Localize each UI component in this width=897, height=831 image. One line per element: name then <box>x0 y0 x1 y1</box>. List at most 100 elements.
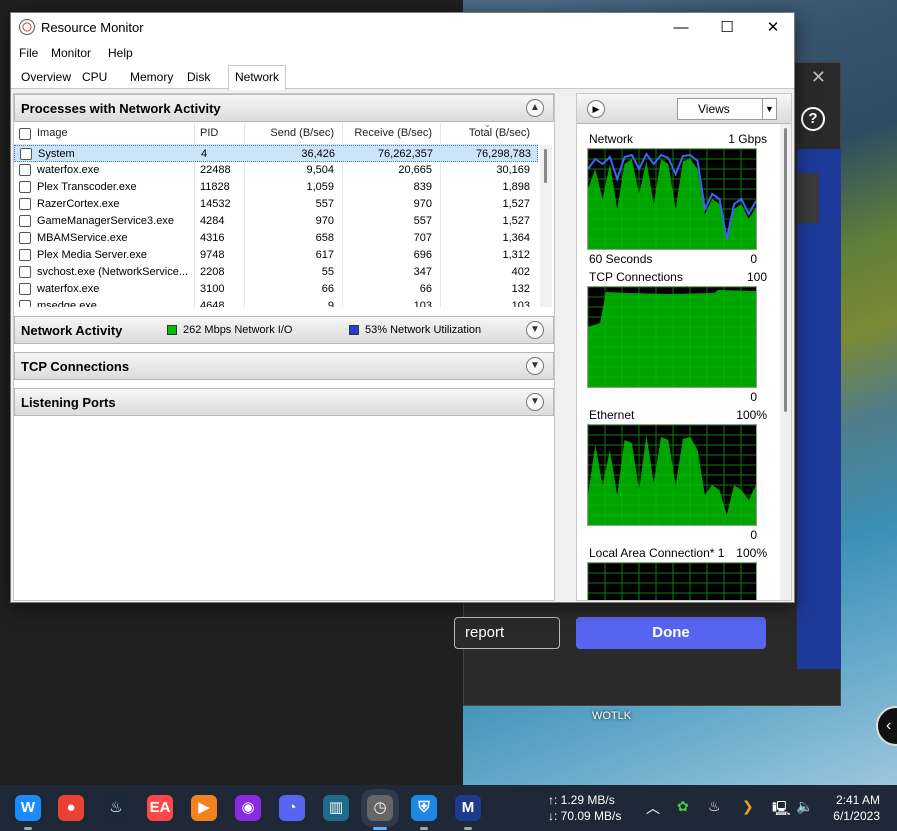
steam-icon[interactable]: ♨ <box>103 795 129 821</box>
col-send-header[interactable]: Send (B/sec) <box>246 127 334 139</box>
resource-monitor-window: Resource Monitor — ☐ ✕ File Monitor Help… <box>10 12 795 603</box>
tab-cpu[interactable]: CPU <box>82 66 107 89</box>
cell-pid: 4648 <box>200 300 225 307</box>
cell-total: 132 <box>511 283 530 295</box>
table-row[interactable]: RazerCortex.exe 14532 557 970 1,527 <box>14 196 538 213</box>
scrollbar-thumb[interactable] <box>544 149 547 183</box>
row-checkbox[interactable] <box>19 300 31 307</box>
cell-send: 66 <box>321 283 334 295</box>
tab-disk[interactable]: Disk <box>187 66 210 89</box>
processes-section-header[interactable]: Processes with Network Activity ▲ <box>14 94 554 122</box>
tcp-connections-title: TCP Connections <box>21 359 130 374</box>
chrome-icon[interactable]: ● <box>58 795 84 821</box>
chevron-up-icon[interactable]: ▲ <box>526 99 544 117</box>
select-all-checkbox[interactable] <box>19 128 31 140</box>
row-checkbox[interactable] <box>19 232 31 244</box>
tcp-connections-section-header[interactable]: TCP Connections ▼ <box>14 352 554 380</box>
row-checkbox[interactable] <box>19 198 31 210</box>
table-row[interactable]: waterfox.exe 22488 9,504 20,665 30,169 <box>14 162 538 179</box>
views-dropdown-arrow[interactable]: ▼ <box>763 98 777 120</box>
desktop-icon-label[interactable]: WOTLK <box>592 710 631 722</box>
maximize-button[interactable]: ☐ <box>704 13 750 43</box>
table-row[interactable]: svchost.exe (NetworkService... 2208 55 347 4… <box>14 264 538 281</box>
col-image-header[interactable]: Image <box>37 127 68 139</box>
menu-help[interactable]: Help <box>108 46 133 60</box>
download-speed: ↓: 70.09 MB/s <box>548 809 622 823</box>
sort-down-icon: ⌄ <box>484 123 491 129</box>
done-button[interactable]: Done <box>576 617 766 649</box>
app-panel-icon[interactable]: ▥ <box>323 795 349 821</box>
graph-plot <box>587 148 757 250</box>
graph-canvas <box>587 562 757 600</box>
scrollbar-thumb[interactable] <box>784 128 787 412</box>
running-indicator <box>373 827 387 830</box>
table-row[interactable]: msedge.exe 4648 9 103 103 <box>14 298 538 307</box>
table-row[interactable]: MBAMService.exe 4316 658 707 1,364 <box>14 230 538 247</box>
close-button[interactable]: ✕ <box>750 13 796 43</box>
tab-overview[interactable]: Overview <box>21 66 71 89</box>
scrollbar[interactable] <box>540 145 552 307</box>
row-checkbox[interactable] <box>19 266 31 278</box>
menu-file[interactable]: File <box>19 46 38 60</box>
clock[interactable]: 2:41 AM 6/1/2023 <box>826 792 880 824</box>
cell-pid: 9748 <box>200 249 225 261</box>
listening-ports-section-header[interactable]: Listening Ports ▼ <box>14 388 554 416</box>
player-icon[interactable]: ▶ <box>191 795 217 821</box>
cell-receive: 707 <box>413 232 432 244</box>
malwarebytes-icon[interactable]: M <box>455 795 481 821</box>
table-row[interactable]: waterfox.exe 3100 66 66 132 <box>14 281 538 298</box>
menu-bar: File Monitor Help <box>11 43 794 63</box>
help-icon[interactable]: ? <box>801 107 825 131</box>
tab-network[interactable]: Network <box>228 65 287 90</box>
row-checkbox[interactable] <box>19 215 31 227</box>
row-checkbox[interactable] <box>19 181 31 193</box>
cell-receive: 557 <box>413 215 432 227</box>
minimize-button[interactable]: — <box>658 13 704 43</box>
col-pid-header[interactable]: PID <box>200 127 218 139</box>
views-button[interactable]: Views <box>677 98 763 120</box>
cell-total: 1,898 <box>502 181 530 193</box>
cell-total: 76,298,783 <box>475 148 531 160</box>
cell-send: 658 <box>315 232 334 244</box>
cell-image: waterfox.exe <box>37 164 100 176</box>
chevron-left-icon[interactable]: ‹ <box>876 706 897 746</box>
chevron-down-icon[interactable]: ▼ <box>526 393 544 411</box>
ea-icon[interactable]: EA <box>147 795 173 821</box>
waterfox-icon[interactable]: W <box>15 795 41 821</box>
volume-icon[interactable]: 🔈 <box>796 798 813 815</box>
utilization-legend-swatch <box>349 325 359 335</box>
graphs-scrollbar[interactable] <box>780 124 791 600</box>
network-speed-widget[interactable]: ↑: 1.29 MB/s ↓: 70.09 MB/s <box>548 792 621 824</box>
chevron-down-icon[interactable]: ▼ <box>526 357 544 375</box>
arrow-tray-icon[interactable]: ❯ <box>742 798 754 815</box>
close-icon[interactable]: ✕ <box>811 67 826 88</box>
menu-monitor[interactable]: Monitor <box>51 46 91 60</box>
row-checkbox[interactable] <box>19 283 31 295</box>
cell-image: MBAMService.exe <box>37 232 128 244</box>
network-icon[interactable]: 🖳 <box>772 798 791 822</box>
tab-memory[interactable]: Memory <box>130 66 173 89</box>
cell-pid: 3100 <box>200 283 225 295</box>
discord-icon[interactable]: ◔ <box>279 795 305 821</box>
chevron-down-icon[interactable]: ▼ <box>526 321 544 339</box>
chevron-right-icon[interactable]: ▶ <box>587 100 605 118</box>
resource-monitor-icon[interactable]: ◷ <box>361 789 399 827</box>
cell-receive: 347 <box>413 266 432 278</box>
disc-player-icon[interactable]: ◉ <box>235 795 261 821</box>
col-receive-header[interactable]: Receive (B/sec) <box>344 127 432 139</box>
table-row[interactable]: System 4 36,426 76,262,357 76,298,783 <box>14 145 538 162</box>
row-checkbox[interactable] <box>19 249 31 261</box>
defender-icon[interactable]: ⛨ <box>411 795 437 821</box>
table-row[interactable]: Plex Media Server.exe 9748 617 696 1,312 <box>14 247 538 264</box>
graph-max-label: 1 Gbps <box>728 132 767 146</box>
report-button[interactable]: report <box>454 617 560 649</box>
chevron-up-icon[interactable]: ︿ <box>646 798 660 818</box>
table-row[interactable]: GameManagerService3.exe 4284 970 557 1,527 <box>14 213 538 230</box>
row-checkbox[interactable] <box>20 148 32 160</box>
razer-tray-icon[interactable]: ✿ <box>677 798 689 815</box>
table-row[interactable]: Plex Transcoder.exe 11828 1,059 839 1,898 <box>14 179 538 196</box>
title-bar[interactable]: Resource Monitor — ☐ ✕ <box>11 13 794 43</box>
row-checkbox[interactable] <box>19 164 31 176</box>
network-activity-section-header[interactable]: Network Activity 262 Mbps Network I/O 53… <box>14 316 554 344</box>
steam-tray-icon[interactable]: ♨ <box>708 798 721 815</box>
